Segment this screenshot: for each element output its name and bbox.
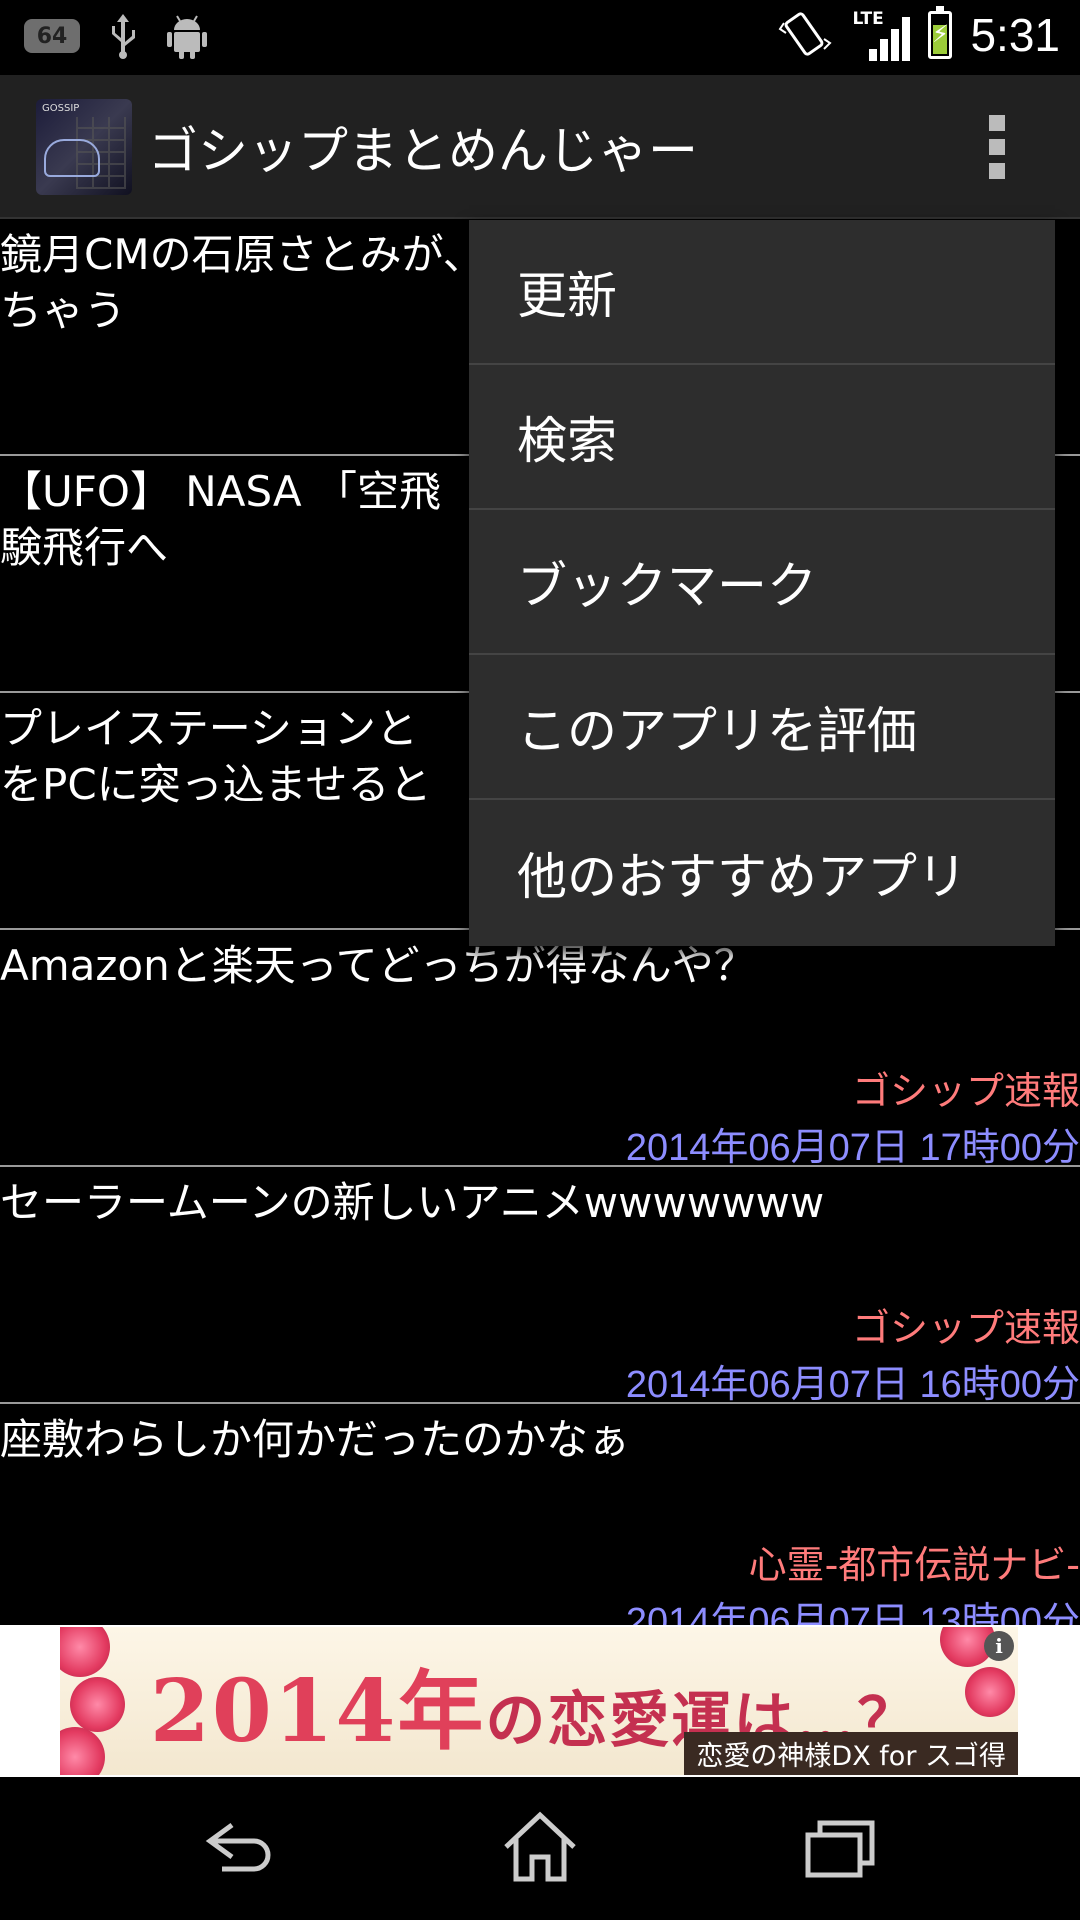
list-item[interactable]: セーラームーンの新しいアニメwwwwwww ゴシップ速報 2014年06月07日…: [0, 1167, 1080, 1406]
article-source: ゴシップ速報: [851, 1306, 1080, 1350]
ad-area: 2014年の恋愛運は…？ 恋愛の神様DX for スゴ得 i: [0, 1625, 1080, 1777]
article-title: セーラームーンの新しいアニメwwwwwww: [0, 1178, 825, 1227]
clock: 5:31: [970, 9, 1060, 61]
action-bar: GOSSIP ゴシップまとめんじゃー: [0, 75, 1080, 219]
menu-item-other-apps[interactable]: 他のおすすめアプリ: [469, 800, 1055, 946]
article-source: 心霊-都市伝説ナビ-: [748, 1543, 1080, 1587]
app-title: ゴシップまとめんじゃー: [148, 122, 698, 180]
article-source: ゴシップ速報: [851, 1069, 1080, 1113]
ad-banner[interactable]: 2014年の恋愛運は…？ 恋愛の神様DX for スゴ得 i: [60, 1627, 1018, 1775]
recents-icon[interactable]: [792, 1807, 888, 1887]
article-date: 2014年06月07日 13時00分: [625, 1601, 1080, 1625]
vibrate-icon: [779, 12, 833, 56]
signal-icon: LTE: [852, 9, 911, 61]
usb-icon: [112, 14, 135, 59]
menu-item-rate-app[interactable]: このアプリを評価: [469, 655, 1055, 800]
article-date: 2014年06月07日 17時00分: [625, 1127, 1080, 1169]
app-icon[interactable]: GOSSIP: [36, 99, 132, 195]
menu-item-bookmark[interactable]: ブックマーク: [469, 510, 1055, 655]
rose-decoration: [60, 1727, 105, 1775]
menu-item-search[interactable]: 検索: [469, 365, 1055, 510]
list-item[interactable]: 座敷わらしか何かだったのかなぁ 心霊-都市伝説ナビ- 2014年06月07日 1…: [0, 1404, 1080, 1625]
overflow-menu-icon[interactable]: [985, 115, 1009, 179]
rose-decoration: [965, 1667, 1015, 1717]
badge-64-icon: 64: [24, 19, 80, 53]
overflow-menu: 更新 検索 ブックマーク このアプリを評価 他のおすすめアプリ: [469, 220, 1055, 946]
list-item[interactable]: Amazonと楽天ってどっちが得なんや？ ゴシップ速報 2014年06月07日 …: [0, 930, 1080, 1169]
menu-item-refresh[interactable]: 更新: [469, 220, 1055, 365]
article-title: 座敷わらしか何かだったのかなぁ: [0, 1415, 631, 1464]
ad-info-icon[interactable]: i: [984, 1631, 1014, 1661]
battery-charging-icon: ⚡: [928, 6, 953, 59]
app-icon-label: GOSSIP: [42, 103, 80, 114]
status-bar: 64 LTE ⚡ 5:31: [0, 0, 1080, 75]
back-icon[interactable]: [192, 1807, 288, 1887]
article-date: 2014年06月07日 16時00分: [625, 1364, 1080, 1406]
home-icon[interactable]: [492, 1807, 588, 1887]
rose-decoration: [60, 1627, 110, 1677]
status-right-icons: LTE ⚡ 5:31: [778, 6, 1060, 62]
status-left-icons: 64: [24, 12, 208, 60]
navigation-bar: [0, 1777, 1080, 1920]
article-title: Amazonと楽天ってどっちが得なんや？: [0, 941, 756, 990]
android-icon: [167, 15, 207, 59]
ad-subtitle: 恋愛の神様DX for スゴ得: [684, 1732, 1018, 1775]
rose-decoration: [70, 1677, 125, 1732]
